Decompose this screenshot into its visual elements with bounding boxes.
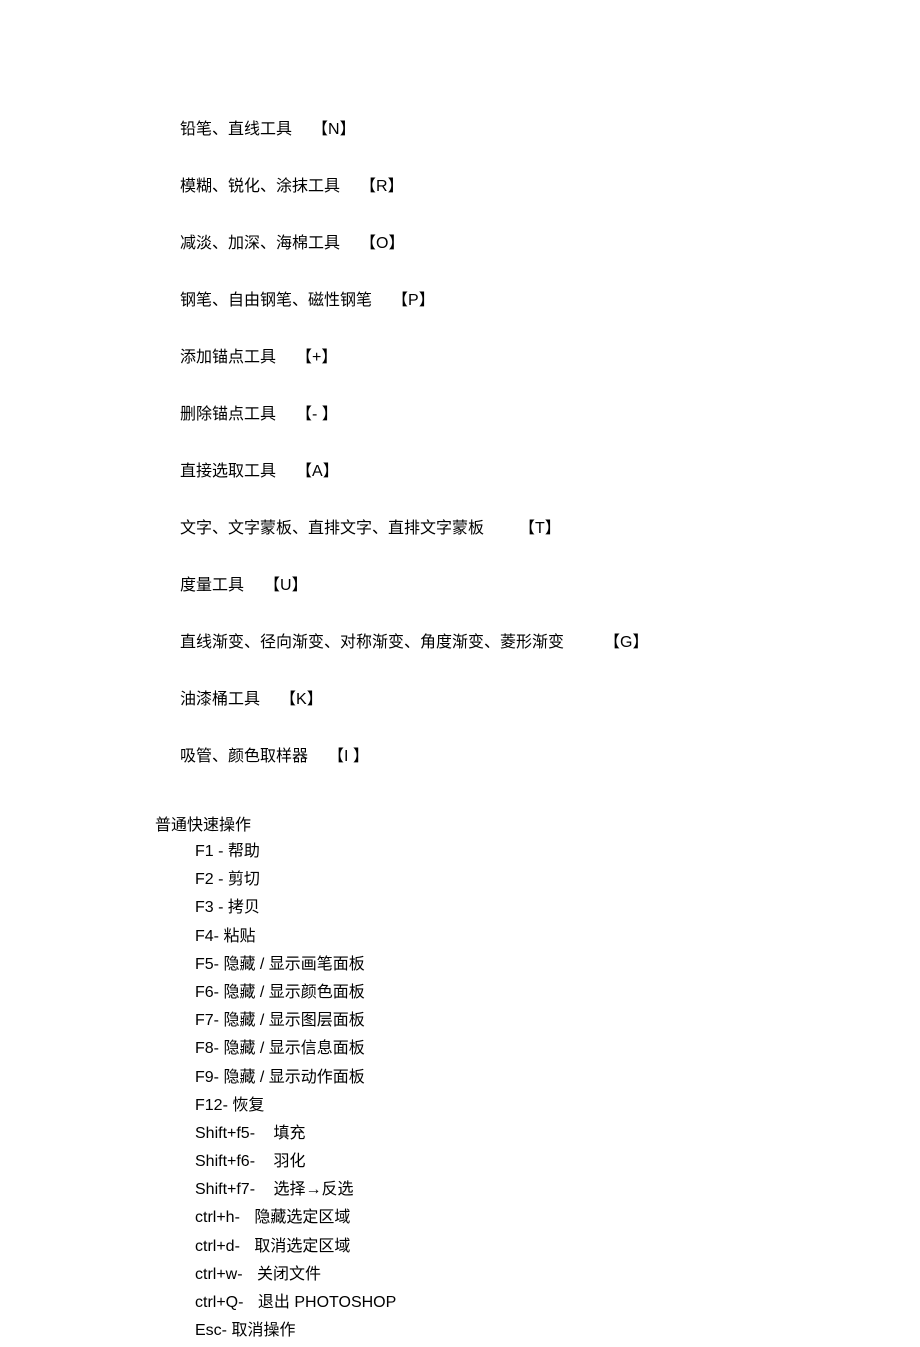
tool-name: 直接选取工具 [180, 457, 276, 481]
quick-op-key: ctrl+w- [195, 1266, 243, 1283]
quick-op-key: F5- [195, 956, 219, 973]
tool-key: 【T】 [519, 514, 561, 538]
quick-op-key: F1 - [195, 843, 223, 860]
quick-op-desc: 隐藏 / 显示动作面板 [223, 1069, 364, 1086]
shortcut-row: 文字、文字蒙板、直排文字、直排文字蒙板 【T】 [180, 514, 920, 538]
quick-op-row: F9- 隐藏 / 显示动作面板 [195, 1066, 920, 1089]
tool-key: 【P】 [392, 286, 435, 310]
quick-op-row: ctrl+d- 取消选定区域 [195, 1235, 920, 1258]
quick-op-row: F7- 隐藏 / 显示图层面板 [195, 1009, 920, 1032]
quick-op-key: Shift+f6- [195, 1153, 255, 1170]
quick-op-row: Esc- 取消操作 [195, 1319, 920, 1342]
tool-name: 添加锚点工具 [180, 343, 276, 367]
quick-op-row: F12- 恢复 [195, 1094, 920, 1117]
quick-op-key: Shift+f5- [195, 1125, 255, 1142]
shortcut-row: 直接选取工具 【A】 [180, 457, 920, 481]
quick-op-key: F3 - [195, 899, 223, 916]
quick-op-desc: 取消选定区域 [254, 1238, 350, 1255]
quick-op-row: Shift+f6- 羽化 [195, 1150, 920, 1173]
quick-op-desc: 隐藏 / 显示信息面板 [223, 1040, 364, 1057]
tool-name: 度量工具 [180, 571, 244, 595]
quick-ops-title: 普通快速操作 [0, 811, 920, 835]
tool-key: 【O】 [360, 229, 404, 253]
quick-op-row: F2 - 剪切 [195, 868, 920, 891]
quick-op-key: F12- [195, 1097, 228, 1114]
tool-shortcuts-section: 铅笔、直线工具 【N】 模糊、锐化、涂抹工具 【R】 减淡、加深、海棉工具 【O… [0, 115, 920, 766]
quick-op-desc: 关闭文件 [257, 1266, 321, 1283]
shortcut-row: 吸管、颜色取样器 【I 】 [180, 742, 920, 766]
quick-op-desc: 隐藏 / 显示颜色面板 [223, 984, 364, 1001]
quick-op-row: ctrl+w- 关闭文件 [195, 1263, 920, 1286]
quick-op-key: Shift+f7- [195, 1181, 255, 1198]
tool-name: 减淡、加深、海棉工具 [180, 229, 340, 253]
shortcut-row: 油漆桶工具 【K】 [180, 685, 920, 709]
quick-op-row: Shift+f7- 选择→反选 [195, 1178, 920, 1201]
quick-op-desc: 帮助 [228, 843, 260, 860]
shortcut-row: 钢笔、自由钢笔、磁性钢笔 【P】 [180, 286, 920, 310]
tool-key: 【I 】 [328, 742, 369, 766]
quick-op-desc: 羽化 [273, 1153, 305, 1170]
tool-name: 油漆桶工具 [180, 685, 260, 709]
quick-op-desc: 隐藏 / 显示画笔面板 [223, 956, 364, 973]
quick-op-row: Shift+f5- 填充 [195, 1122, 920, 1145]
quick-op-desc: 剪切 [228, 871, 260, 888]
tool-key: 【R】 [360, 172, 404, 196]
tool-key: 【A】 [296, 457, 339, 481]
quick-op-row: ctrl+h- 隐藏选定区域 [195, 1206, 920, 1229]
quick-op-key: F8- [195, 1040, 219, 1057]
quick-op-row: F4- 粘贴 [195, 925, 920, 948]
quick-op-desc: 选择→反选 [273, 1181, 353, 1198]
tool-name: 删除锚点工具 [180, 400, 276, 424]
shortcut-row: 直线渐变、径向渐变、对称渐变、角度渐变、菱形渐变 【G】 [180, 628, 920, 652]
quick-op-row: F6- 隐藏 / 显示颜色面板 [195, 981, 920, 1004]
shortcut-row: 度量工具 【U】 [180, 571, 920, 595]
shortcut-row: 减淡、加深、海棉工具 【O】 [180, 229, 920, 253]
quick-op-key: ctrl+h- [195, 1209, 240, 1226]
tool-key: 【U】 [264, 571, 308, 595]
tool-key: 【K】 [280, 685, 323, 709]
shortcut-row: 添加锚点工具 【+】 [180, 343, 920, 367]
quick-op-desc: 隐藏选定区域 [254, 1209, 350, 1226]
tool-name: 钢笔、自由钢笔、磁性钢笔 [180, 286, 372, 310]
quick-op-row: F5- 隐藏 / 显示画笔面板 [195, 953, 920, 976]
quick-op-row: F1 - 帮助 [195, 840, 920, 863]
quick-op-row: F8- 隐藏 / 显示信息面板 [195, 1037, 920, 1060]
quick-op-desc: 取消操作 [231, 1322, 295, 1339]
tool-key: 【- 】 [296, 400, 338, 424]
tool-name: 吸管、颜色取样器 [180, 742, 308, 766]
quick-op-key: F4- [195, 928, 219, 945]
tool-key: 【N】 [312, 115, 356, 139]
quick-op-key: ctrl+d- [195, 1238, 240, 1255]
quick-op-key: F7- [195, 1012, 219, 1029]
shortcut-row: 铅笔、直线工具 【N】 [180, 115, 920, 139]
tool-name: 铅笔、直线工具 [180, 115, 292, 139]
tool-name: 直线渐变、径向渐变、对称渐变、角度渐变、菱形渐变 [180, 628, 564, 652]
quick-op-desc: 粘贴 [223, 928, 255, 945]
tool-key: 【G】 [604, 628, 648, 652]
tool-key: 【+】 [296, 343, 337, 367]
quick-ops-section: F1 - 帮助 F2 - 剪切 F3 - 拷贝 F4- 粘贴 F5- 隐藏 / … [0, 840, 920, 1342]
quick-op-key: Esc- [195, 1322, 227, 1339]
tool-name: 文字、文字蒙板、直排文字、直排文字蒙板 [180, 514, 484, 538]
quick-op-key: F6- [195, 984, 219, 1001]
quick-op-desc: 恢复 [232, 1097, 264, 1114]
shortcut-row: 模糊、锐化、涂抹工具 【R】 [180, 172, 920, 196]
quick-op-key: F2 - [195, 871, 223, 888]
quick-op-row: F3 - 拷贝 [195, 896, 920, 919]
quick-op-desc: 填充 [273, 1125, 305, 1142]
quick-op-desc: 隐藏 / 显示图层面板 [223, 1012, 364, 1029]
quick-op-key: F9- [195, 1069, 219, 1086]
quick-op-desc: 拷贝 [228, 899, 260, 916]
shortcut-row: 删除锚点工具 【- 】 [180, 400, 920, 424]
tool-name: 模糊、锐化、涂抹工具 [180, 172, 340, 196]
